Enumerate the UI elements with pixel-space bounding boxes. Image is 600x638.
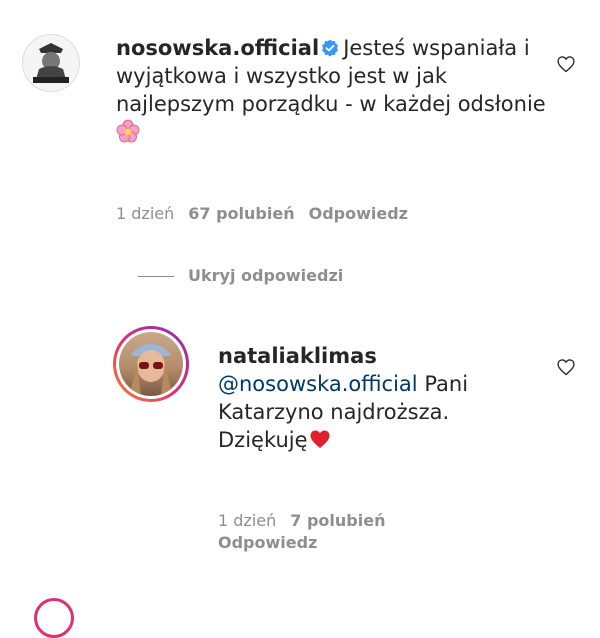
hide-replies-label: Ukryj odpowiedzi bbox=[188, 266, 344, 285]
comment-body: nosowska.official Jesteś wspaniała i wyją… bbox=[116, 34, 546, 150]
comment-reply-button[interactable]: Odpowiedz bbox=[309, 204, 408, 223]
avatar-nosowska[interactable] bbox=[22, 34, 80, 92]
comment-username[interactable]: nosowska.official bbox=[116, 36, 319, 60]
reply-meta: 1 dzień 7 polubień Odpowiedz bbox=[218, 510, 478, 554]
reply-reply-button[interactable]: Odpowiedz bbox=[218, 532, 478, 554]
verified-badge-icon bbox=[321, 36, 339, 57]
heart-outline-icon bbox=[557, 359, 575, 376]
pink-flower-icon bbox=[116, 119, 140, 150]
replies-divider bbox=[138, 276, 174, 277]
comment-time[interactable]: 1 dzień bbox=[116, 204, 174, 223]
next-comment-avatar[interactable] bbox=[34, 598, 74, 638]
red-heart-icon bbox=[308, 427, 332, 458]
comment-meta: 1 dzień 67 polubień Odpowiedz bbox=[116, 203, 422, 225]
reply-likes[interactable]: 7 polubień bbox=[290, 511, 385, 530]
like-reply-button[interactable] bbox=[556, 357, 576, 381]
avatar-image bbox=[23, 35, 79, 91]
avatar-nataliaklimas[interactable] bbox=[113, 326, 189, 402]
heart-outline-icon bbox=[557, 56, 575, 73]
hide-replies-toggle[interactable]: Ukryj odpowiedzi bbox=[138, 265, 343, 287]
avatar-image bbox=[119, 332, 183, 396]
reply-mention-link[interactable]: @nosowska.official bbox=[218, 372, 418, 396]
like-comment-button[interactable] bbox=[556, 54, 576, 78]
reply-time[interactable]: 1 dzień bbox=[218, 511, 276, 530]
reply-body: nataliaklimas @nosowska.official Pani Ka… bbox=[218, 342, 518, 458]
reply-username[interactable]: nataliaklimas bbox=[218, 342, 518, 370]
comment-likes[interactable]: 67 polubień bbox=[188, 204, 294, 223]
